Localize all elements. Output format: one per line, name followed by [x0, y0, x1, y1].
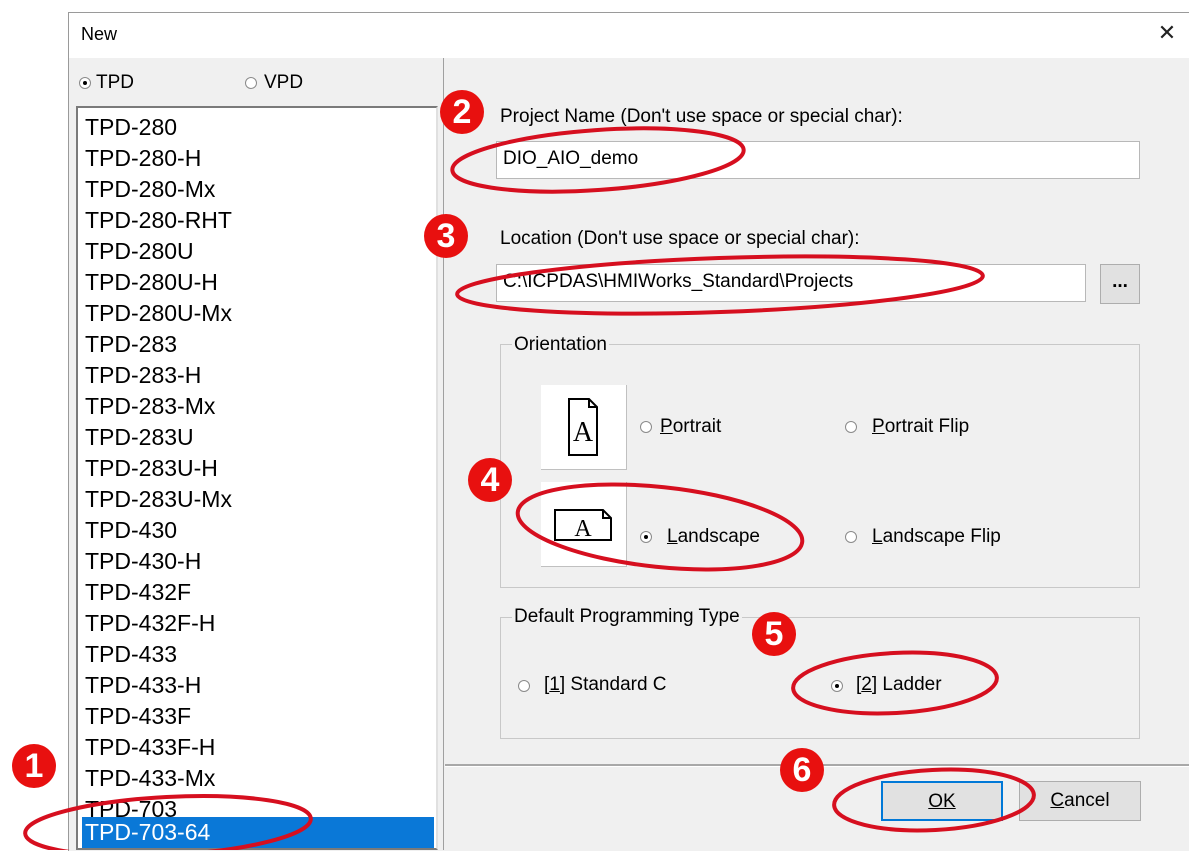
step-1-badge: 1 [12, 744, 56, 788]
step-3-badge: 3 [424, 214, 468, 258]
annotation-ellipse [791, 650, 999, 716]
step-6-badge: 6 [780, 748, 824, 792]
annotation-ellipse [23, 794, 313, 850]
annotation-ellipse [832, 767, 1036, 833]
annotation-ellipse [515, 482, 805, 572]
annotation-ellipse [450, 126, 746, 194]
step-5-badge: 5 [752, 612, 796, 656]
annotation-ellipse [455, 254, 985, 316]
step-2-badge: 2 [440, 90, 484, 134]
step-4-badge: 4 [468, 458, 512, 502]
annotation-layer [23, 126, 1036, 850]
